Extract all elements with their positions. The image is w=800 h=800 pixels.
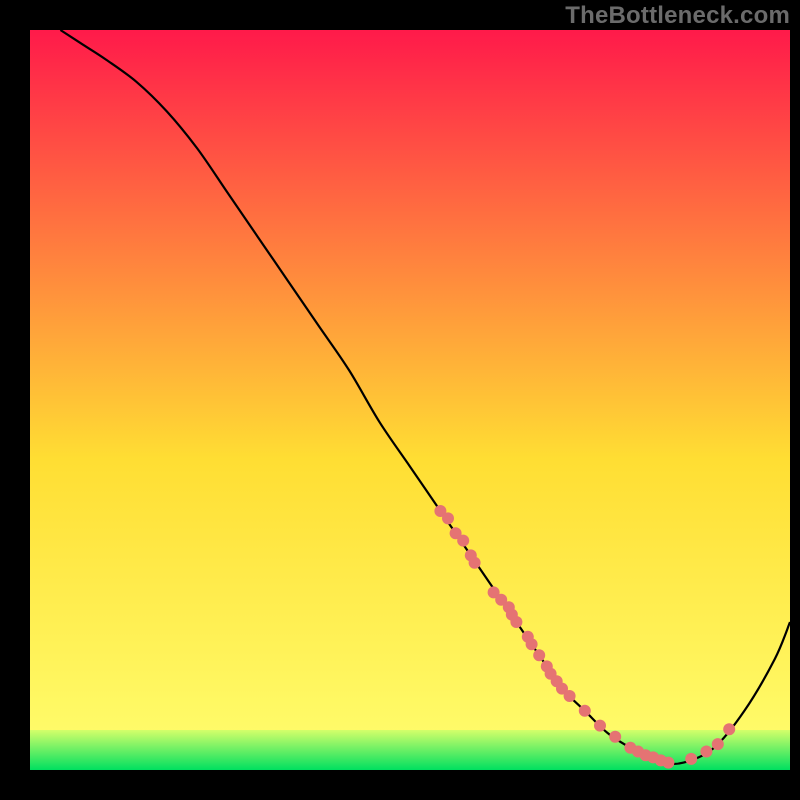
sample-point xyxy=(457,535,469,547)
sample-point xyxy=(526,638,538,650)
sample-point xyxy=(594,720,606,732)
sample-point xyxy=(510,616,522,628)
sample-point xyxy=(442,512,454,524)
sample-point xyxy=(533,649,545,661)
sample-point xyxy=(662,757,674,769)
sample-point xyxy=(609,731,621,743)
chart-svg xyxy=(0,0,800,800)
sample-point xyxy=(579,705,591,717)
sample-point xyxy=(723,723,735,735)
sample-point xyxy=(685,753,697,765)
watermark-text: TheBottleneck.com xyxy=(565,2,790,30)
sample-point xyxy=(469,557,481,569)
gradient-backdrop xyxy=(30,30,790,770)
chart-container: TheBottleneck.com xyxy=(0,0,800,800)
sample-point xyxy=(712,738,724,750)
sample-point xyxy=(564,690,576,702)
sample-point xyxy=(700,746,712,758)
